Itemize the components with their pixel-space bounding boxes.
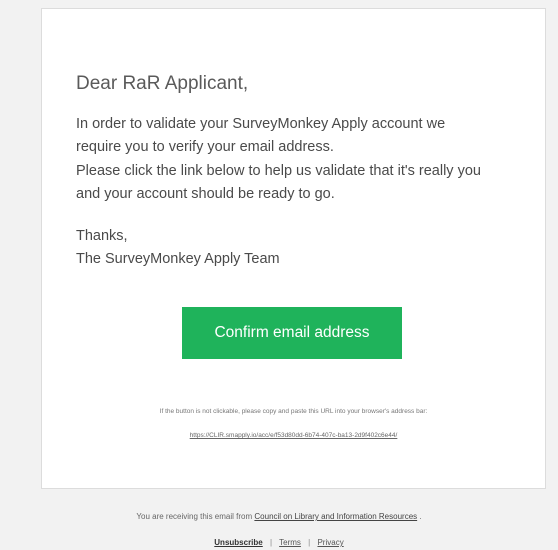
confirm-email-button[interactable]: Confirm email address [182,307,402,359]
url-instruction: If the button is not clickable, please c… [159,408,428,415]
signature-text: The SurveyMonkey Apply Team [76,251,280,267]
confirm-url-link[interactable]: https://CLIR.smapply.io/acc/e/f53d80dd-6… [190,432,398,439]
terms-link[interactable]: Terms [279,538,301,547]
email-page: Dear RaR Applicant, In order to validate… [0,0,558,550]
footer-separator: | [308,538,311,547]
confirm-url-container: https://CLIR.smapply.io/acc/e/f53d80dd-6… [42,432,545,439]
body-line: require you to verify your email address… [76,139,334,156]
footer-notice: You are receiving this email from Counci… [0,512,558,521]
footer-links: Unsubscribe | Terms | Privacy [0,538,558,547]
footer-notice-prefix: You are receiving this email from [136,512,253,521]
body-line: and your account should be ready to go. [76,185,335,202]
footer-separator: | [269,538,273,547]
email-signoff: Thanks, The SurveyMonkey Apply Team [76,225,280,271]
footer-notice-suffix: . [419,512,422,521]
unsubscribe-link[interactable]: Unsubscribe [214,538,262,547]
signoff-text: Thanks, [76,228,128,244]
body-line: Please click the link below to help us v… [76,162,481,179]
email-body: In order to validate your SurveyMonkey A… [76,113,516,206]
privacy-link[interactable]: Privacy [317,538,343,547]
email-card: Dear RaR Applicant, In order to validate… [41,8,546,489]
email-greeting: Dear RaR Applicant, [76,73,249,94]
organization-link[interactable]: Council on Library and Information Resou… [254,512,417,521]
body-line: In order to validate your SurveyMonkey A… [76,116,446,132]
